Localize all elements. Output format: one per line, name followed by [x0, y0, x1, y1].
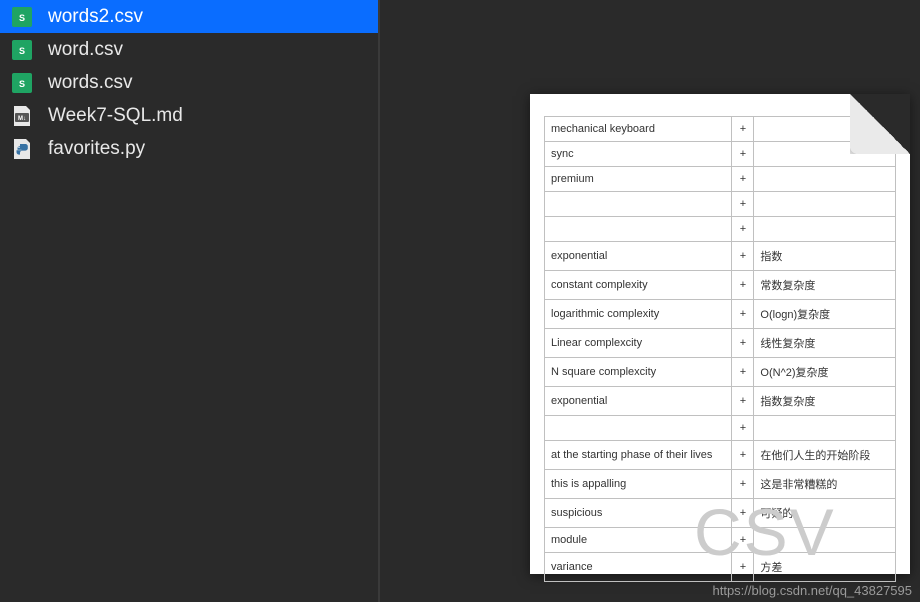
- table-row: premium+: [545, 167, 896, 192]
- cell-c2: +: [732, 271, 754, 300]
- cell-c3: O(N^2)复杂度: [754, 358, 896, 387]
- cell-c1: [545, 416, 732, 441]
- cell-c3: 可疑的: [754, 499, 896, 528]
- cell-c2: +: [732, 499, 754, 528]
- cell-c1: variance: [545, 553, 732, 582]
- cell-c3: 常数复杂度: [754, 271, 896, 300]
- file-row-favorites-py[interactable]: favorites.py: [0, 132, 378, 165]
- py-file-icon: [10, 137, 34, 161]
- cell-c3: [754, 217, 896, 242]
- table-row: +: [545, 217, 896, 242]
- cell-c1: logarithmic complexity: [545, 300, 732, 329]
- table-row: constant complexity+常数复杂度: [545, 271, 896, 300]
- cell-c1: suspicious: [545, 499, 732, 528]
- table-row: suspicious+可疑的: [545, 499, 896, 528]
- cell-c2: +: [732, 553, 754, 582]
- cell-c1: [545, 217, 732, 242]
- table-row: Linear complexcity+线性复杂度: [545, 329, 896, 358]
- cell-c3: 这是非常糟糕的: [754, 470, 896, 499]
- table-row: exponential+指数: [545, 242, 896, 271]
- csv-file-icon: [10, 71, 34, 95]
- cell-c1: sync: [545, 142, 732, 167]
- cell-c3: O(logn)复杂度: [754, 300, 896, 329]
- file-row-week7-sql-md[interactable]: Week7-SQL.md: [0, 99, 378, 132]
- csv-file-icon: [10, 38, 34, 62]
- table-row: module+: [545, 528, 896, 553]
- table-row: +: [545, 192, 896, 217]
- cell-c1: at the starting phase of their lives: [545, 441, 732, 470]
- file-row-words2-csv[interactable]: words2.csv: [0, 0, 378, 33]
- cell-c1: this is appalling: [545, 470, 732, 499]
- cell-c3: [754, 167, 896, 192]
- md-file-icon: [10, 104, 34, 128]
- file-name-label: words2.csv: [48, 6, 143, 28]
- cell-c1: exponential: [545, 242, 732, 271]
- cell-c2: +: [732, 167, 754, 192]
- csv-file-icon: [10, 5, 34, 29]
- table-row: exponential+指数复杂度: [545, 387, 896, 416]
- cell-c2: +: [732, 329, 754, 358]
- file-list: words2.csv word.csv words.csv Week7-SQL.md f…: [0, 0, 380, 602]
- table-row: sync+: [545, 142, 896, 167]
- preview-document: mechanical keyboard+sync+premium+++expon…: [530, 94, 910, 574]
- cell-c2: +: [732, 470, 754, 499]
- cell-c2: +: [732, 387, 754, 416]
- cell-c2: +: [732, 528, 754, 553]
- cell-c1: mechanical keyboard: [545, 117, 732, 142]
- file-row-word-csv[interactable]: word.csv: [0, 33, 378, 66]
- file-name-label: favorites.py: [48, 138, 145, 160]
- page-fold-icon: [850, 94, 910, 154]
- cell-c2: +: [732, 300, 754, 329]
- table-row: N square complexcity+O(N^2)复杂度: [545, 358, 896, 387]
- cell-c1: exponential: [545, 387, 732, 416]
- source-url-text: https://blog.csdn.net/qq_43827595: [713, 583, 913, 598]
- cell-c3: [754, 528, 896, 553]
- table-row: logarithmic complexity+O(logn)复杂度: [545, 300, 896, 329]
- cell-c3: 指数: [754, 242, 896, 271]
- cell-c3: [754, 416, 896, 441]
- cell-c2: +: [732, 441, 754, 470]
- cell-c2: +: [732, 416, 754, 441]
- cell-c3: 线性复杂度: [754, 329, 896, 358]
- table-row: this is appalling+这是非常糟糕的: [545, 470, 896, 499]
- file-row-words-csv[interactable]: words.csv: [0, 66, 378, 99]
- cell-c1: Linear complexcity: [545, 329, 732, 358]
- file-name-label: words.csv: [48, 72, 132, 94]
- cell-c1: premium: [545, 167, 732, 192]
- cell-c2: +: [732, 117, 754, 142]
- cell-c2: +: [732, 358, 754, 387]
- csv-preview-table: mechanical keyboard+sync+premium+++expon…: [544, 116, 896, 582]
- cell-c2: +: [732, 217, 754, 242]
- cell-c1: [545, 192, 732, 217]
- table-row: mechanical keyboard+: [545, 117, 896, 142]
- file-name-label: Week7-SQL.md: [48, 105, 183, 127]
- cell-c3: 方差: [754, 553, 896, 582]
- table-row: variance+方差: [545, 553, 896, 582]
- preview-pane: mechanical keyboard+sync+premium+++expon…: [380, 0, 920, 602]
- cell-c1: N square complexcity: [545, 358, 732, 387]
- cell-c3: 在他们人生的开始阶段: [754, 441, 896, 470]
- cell-c1: constant complexity: [545, 271, 732, 300]
- cell-c2: +: [732, 142, 754, 167]
- cell-c2: +: [732, 192, 754, 217]
- cell-c2: +: [732, 242, 754, 271]
- table-row: at the starting phase of their lives+在他们…: [545, 441, 896, 470]
- cell-c1: module: [545, 528, 732, 553]
- table-row: +: [545, 416, 896, 441]
- cell-c3: 指数复杂度: [754, 387, 896, 416]
- file-name-label: word.csv: [48, 39, 123, 61]
- cell-c3: [754, 192, 896, 217]
